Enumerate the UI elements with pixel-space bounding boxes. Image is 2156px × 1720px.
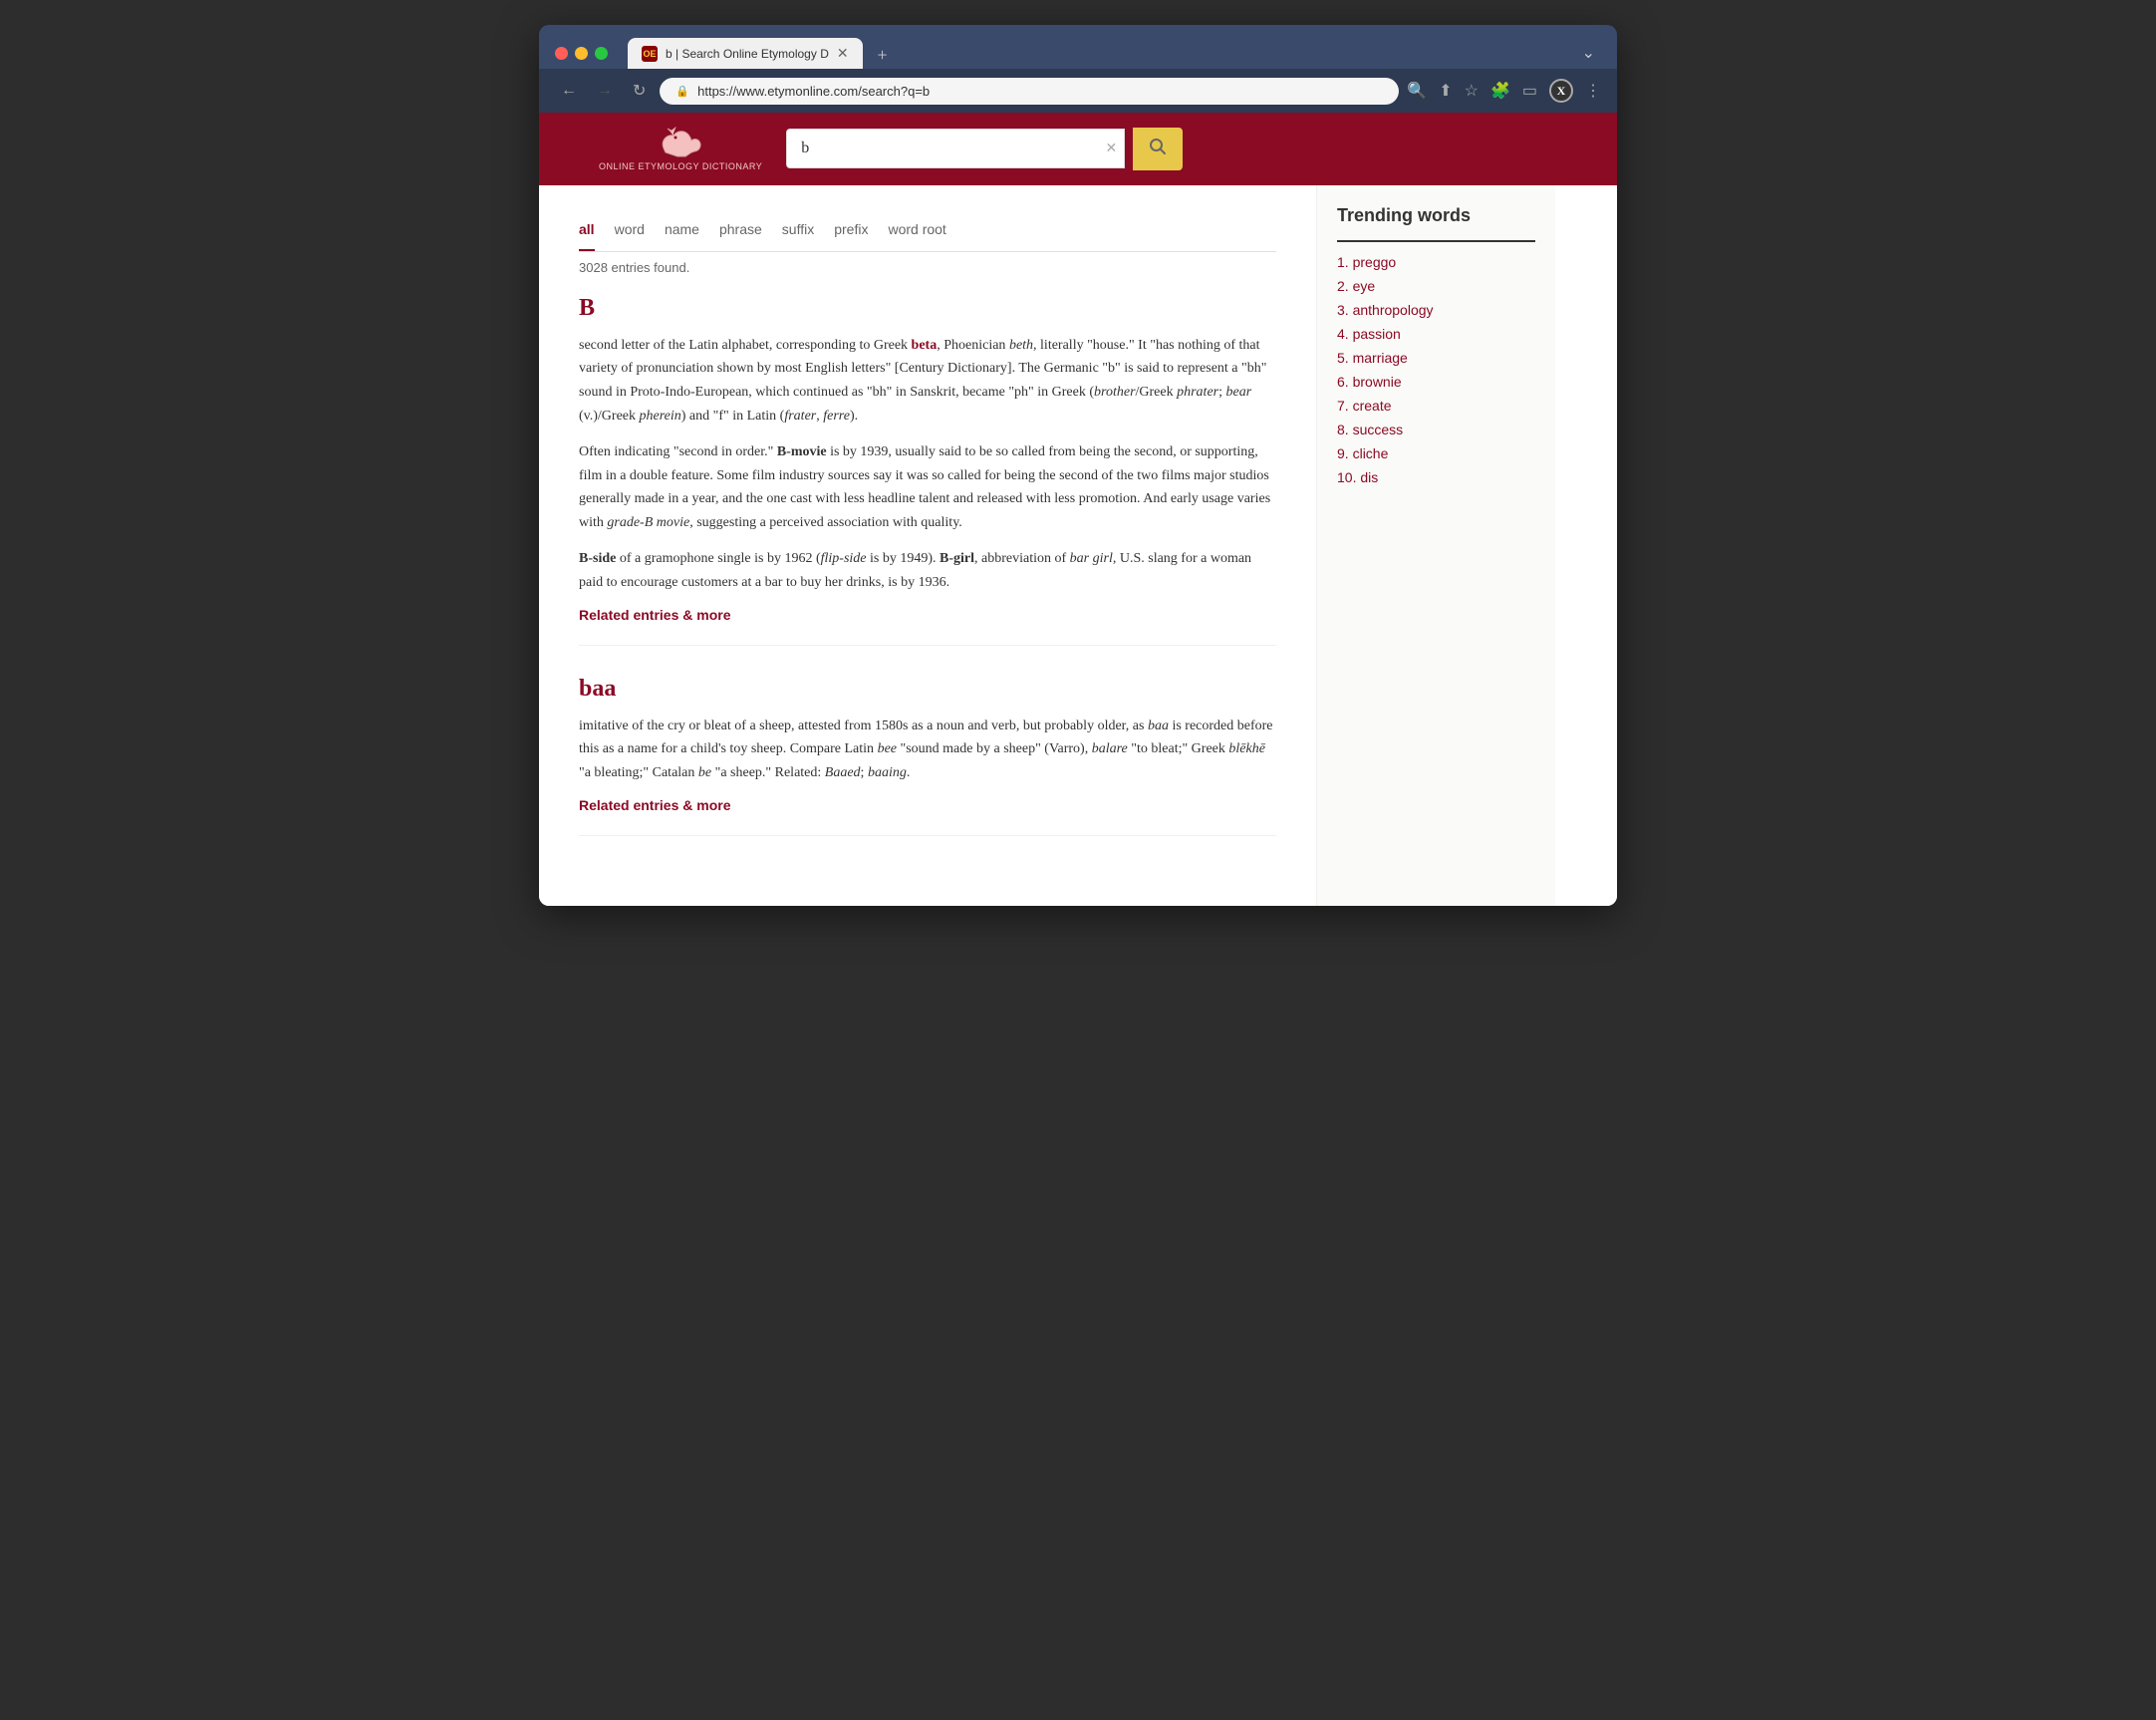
search-bar-container: ✕ <box>786 128 1183 170</box>
search-clear-icon[interactable]: ✕ <box>1105 141 1117 157</box>
address-bar: ← → ↻ 🔒 https://www.etymonline.com/searc… <box>539 69 1617 113</box>
trending-item-2[interactable]: 2. eye <box>1337 278 1535 294</box>
main-layout: all word name phrase suffix prefix word … <box>539 185 1617 906</box>
tab-name[interactable]: name <box>665 221 699 251</box>
trending-item-5[interactable]: 5. marriage <box>1337 350 1535 366</box>
tab-phrase[interactable]: phrase <box>719 221 762 251</box>
tab-favicon: OE <box>642 46 658 62</box>
tab-prefix[interactable]: prefix <box>834 221 868 251</box>
trending-item-6[interactable]: 6. brownie <box>1337 374 1535 390</box>
close-button[interactable] <box>555 47 568 60</box>
toolbar-icons: 🔍 ⬆ ☆ 🧩 ▭ X ⋮ <box>1407 79 1601 103</box>
forward-button[interactable]: → <box>591 78 619 104</box>
entry-para-2: Often indicating "second in order." B-mo… <box>579 440 1276 535</box>
trending-item-4[interactable]: 4. passion <box>1337 326 1535 342</box>
search-icon <box>1149 138 1167 155</box>
menu-icon[interactable]: ⋮ <box>1585 81 1601 101</box>
tab-bar: OE b | Search Online Etymology D ✕ + ⌄ <box>628 37 1601 69</box>
minimize-button[interactable] <box>575 47 588 60</box>
trending-item-8[interactable]: 8. success <box>1337 422 1535 437</box>
lock-icon: 🔒 <box>675 85 689 98</box>
profile-button[interactable]: X <box>1549 79 1573 103</box>
active-tab[interactable]: OE b | Search Online Etymology D ✕ <box>628 38 863 69</box>
content-area: all word name phrase suffix prefix word … <box>539 185 1316 906</box>
site-logo: ONLINE ETYMOLOGY DICTIONARY <box>599 125 762 173</box>
browser-titlebar: OE b | Search Online Etymology D ✕ + ⌄ <box>539 25 1617 69</box>
maximize-button[interactable] <box>595 47 608 60</box>
entry-word-baa[interactable]: baa <box>579 676 1276 703</box>
entry-para-baa: imitative of the cry or bleat of a sheep… <box>579 715 1276 785</box>
results-count: 3028 entries found. <box>579 260 1276 275</box>
search-input-wrapper: ✕ <box>786 129 1125 168</box>
logo-text: ONLINE ETYMOLOGY DICTIONARY <box>599 161 762 173</box>
back-button[interactable]: ← <box>555 78 583 104</box>
trending-divider <box>1337 240 1535 242</box>
entry-word-B[interactable]: B <box>579 295 1276 322</box>
search-button[interactable] <box>1133 128 1183 170</box>
trending-title: Trending words <box>1337 205 1535 226</box>
trending-item-3[interactable]: 3. anthropology <box>1337 302 1535 318</box>
tab-close-icon[interactable]: ✕ <box>837 45 849 62</box>
browser-window: OE b | Search Online Etymology D ✕ + ⌄ ←… <box>539 25 1617 906</box>
link-beta[interactable]: beta <box>912 338 938 353</box>
sidebar: Trending words 1. preggo 2. eye 3. anthr… <box>1316 185 1555 906</box>
entry-para-1: second letter of the Latin alphabet, cor… <box>579 334 1276 429</box>
search-input[interactable] <box>786 129 1125 168</box>
new-tab-button[interactable]: + <box>869 41 897 69</box>
entry-body-baa: imitative of the cry or bleat of a sheep… <box>579 715 1276 785</box>
traffic-lights <box>555 47 608 60</box>
extensions-icon[interactable]: 🧩 <box>1490 81 1510 101</box>
search-toolbar-icon[interactable]: 🔍 <box>1407 81 1427 101</box>
trending-item-10[interactable]: 10. dis <box>1337 469 1535 485</box>
logo-dragon-icon <box>656 125 705 159</box>
related-entries-link-baa[interactable]: Related entries & more <box>579 797 731 813</box>
related-entries-link-B[interactable]: Related entries & more <box>579 607 731 623</box>
site-header: ONLINE ETYMOLOGY DICTIONARY ✕ <box>539 113 1617 185</box>
trending-item-1[interactable]: 1. preggo <box>1337 254 1535 270</box>
tab-suffix[interactable]: suffix <box>782 221 814 251</box>
page-content: ONLINE ETYMOLOGY DICTIONARY ✕ <box>539 113 1617 906</box>
entry-B: B second letter of the Latin alphabet, c… <box>579 295 1276 646</box>
bookmark-icon[interactable]: ☆ <box>1465 81 1479 101</box>
sidebar-toggle-icon[interactable]: ▭ <box>1522 81 1537 101</box>
tab-word-root[interactable]: word root <box>888 221 945 251</box>
url-bar[interactable]: 🔒 https://www.etymonline.com/search?q=b <box>660 78 1399 105</box>
trending-item-9[interactable]: 9. cliche <box>1337 445 1535 461</box>
trending-item-7[interactable]: 7. create <box>1337 398 1535 414</box>
tab-title: b | Search Online Etymology D <box>666 47 829 61</box>
entry-body-B: second letter of the Latin alphabet, cor… <box>579 334 1276 595</box>
refresh-button[interactable]: ↻ <box>627 77 652 105</box>
tab-menu-icon[interactable]: ⌄ <box>1576 37 1601 69</box>
url-text: https://www.etymonline.com/search?q=b <box>697 84 930 99</box>
share-icon[interactable]: ⬆ <box>1439 81 1452 101</box>
entry-para-3: B-side of a gramophone single is by 1962… <box>579 547 1276 595</box>
tab-word[interactable]: word <box>615 221 645 251</box>
filter-tabs: all word name phrase suffix prefix word … <box>579 205 1276 252</box>
tab-all[interactable]: all <box>579 221 595 251</box>
entry-baa: baa imitative of the cry or bleat of a s… <box>579 676 1276 836</box>
